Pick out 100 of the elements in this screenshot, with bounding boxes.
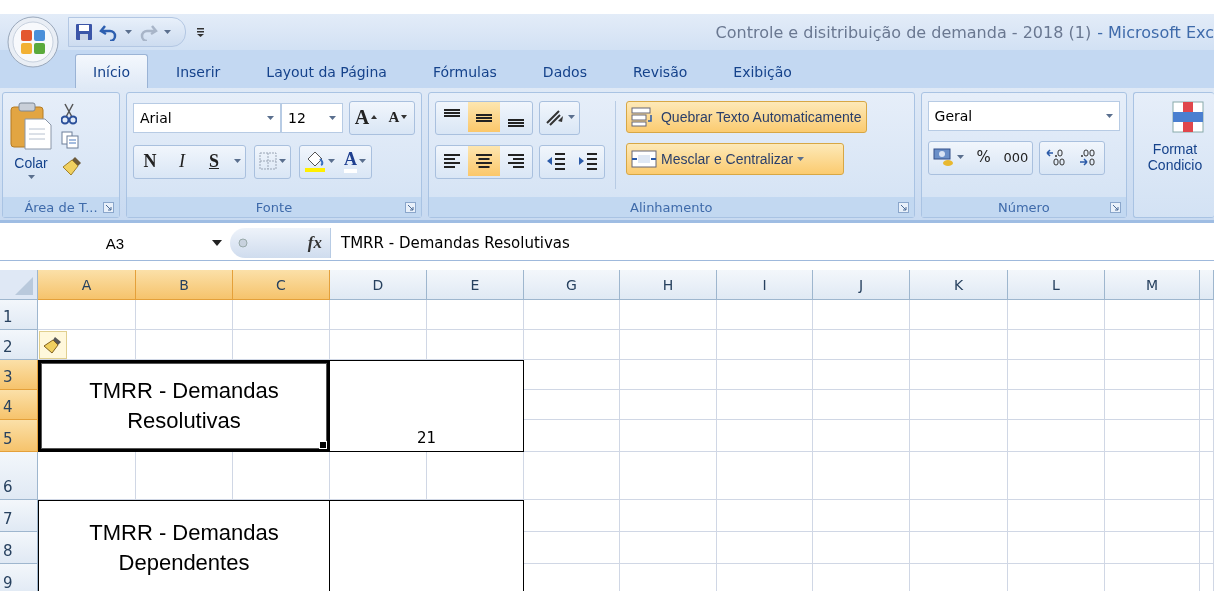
dialog-launcher-icon[interactable] <box>103 202 114 213</box>
grid-cell[interactable] <box>1008 330 1105 360</box>
column-header[interactable]: C <box>233 270 330 300</box>
row-header[interactable]: 5 <box>0 420 38 452</box>
grid-cell[interactable] <box>813 300 910 330</box>
grid-cell[interactable] <box>813 330 910 360</box>
grid-cell[interactable] <box>813 532 910 564</box>
wrap-text-button[interactable]: Quebrar Texto Automaticamente <box>626 101 867 133</box>
grid-cell[interactable] <box>717 452 813 500</box>
ribbon-tab[interactable]: Exibição <box>715 54 810 88</box>
grid-cell[interactable] <box>524 300 620 330</box>
align-center-icon[interactable] <box>468 146 500 176</box>
grid-cell[interactable] <box>717 500 813 532</box>
grid-cell[interactable] <box>910 300 1008 330</box>
grid-cell[interactable] <box>620 532 717 564</box>
merge-center-button[interactable]: Mesclar e Centralizar <box>626 143 844 175</box>
grid-cell[interactable] <box>717 300 813 330</box>
align-middle-icon[interactable] <box>468 102 500 132</box>
insert-function-button[interactable]: fx <box>307 233 322 253</box>
merged-cell[interactable]: TMRR - Demandas Dependentes <box>38 500 330 591</box>
grid-cell[interactable] <box>1008 360 1105 390</box>
undo-icon[interactable] <box>99 23 119 41</box>
grid-cell[interactable] <box>1105 330 1200 360</box>
merged-cell[interactable]: TMRR - Demandas Resolutivas <box>38 360 330 452</box>
grid-cell[interactable] <box>1008 500 1105 532</box>
row-header[interactable]: 1 <box>0 300 38 330</box>
row-header[interactable]: 6 <box>0 452 38 500</box>
ribbon-tab[interactable]: Revisão <box>614 54 706 88</box>
ribbon-tab[interactable]: Início <box>75 54 149 88</box>
shrink-font-button[interactable]: A <box>382 102 414 132</box>
grid-cell[interactable] <box>1200 532 1214 564</box>
select-all-corner[interactable] <box>0 270 38 300</box>
underline-button[interactable]: S <box>198 146 230 176</box>
paste-button[interactable]: Colar <box>9 101 53 197</box>
grid-cell[interactable] <box>1105 360 1200 390</box>
row-header[interactable]: 3 <box>0 360 38 390</box>
grid-cell[interactable] <box>813 420 910 452</box>
grow-font-button[interactable]: A <box>350 102 382 132</box>
grid-cell[interactable] <box>1200 420 1214 452</box>
grid-cell[interactable] <box>910 452 1008 500</box>
dialog-launcher-icon[interactable] <box>897 202 909 213</box>
row-header[interactable]: 8 <box>0 532 38 564</box>
grid-cell[interactable] <box>910 532 1008 564</box>
column-header[interactable]: L <box>1008 270 1105 300</box>
ribbon-tab[interactable]: Layout da Página <box>248 54 405 88</box>
grid-cell[interactable] <box>38 300 136 330</box>
grid-cell[interactable] <box>717 532 813 564</box>
column-header[interactable]: I <box>717 270 813 300</box>
column-header[interactable]: J <box>813 270 910 300</box>
grid-cell[interactable] <box>1105 390 1200 420</box>
grid-cell[interactable] <box>620 330 717 360</box>
ribbon-tab[interactable]: Inserir <box>158 54 239 88</box>
grid-cell[interactable] <box>717 330 813 360</box>
grid-cell[interactable] <box>620 390 717 420</box>
grid-cell[interactable] <box>1200 452 1214 500</box>
row-header[interactable]: 7 <box>0 500 38 532</box>
grid-cell[interactable] <box>1105 532 1200 564</box>
grid-cell[interactable] <box>1008 452 1105 500</box>
italic-button[interactable]: I <box>166 146 198 176</box>
grid-cell[interactable] <box>910 360 1008 390</box>
grid-cell[interactable] <box>910 420 1008 452</box>
dialog-launcher-icon[interactable] <box>1110 202 1121 213</box>
column-header[interactable]: D <box>330 270 427 300</box>
grid-cell[interactable] <box>620 452 717 500</box>
grid-cell[interactable] <box>427 300 524 330</box>
column-header[interactable]: G <box>524 270 620 300</box>
grid-cell[interactable] <box>717 390 813 420</box>
grid-cell[interactable] <box>1008 532 1105 564</box>
ribbon-tab[interactable]: Fórmulas <box>414 54 515 88</box>
grid-cell[interactable] <box>910 390 1008 420</box>
grid-cell[interactable] <box>330 300 427 330</box>
grid-cell[interactable] <box>1200 300 1214 330</box>
dialog-launcher-icon[interactable] <box>405 202 416 213</box>
grid-cell[interactable] <box>910 330 1008 360</box>
bold-button[interactable]: N <box>134 146 166 176</box>
grid-cell[interactable] <box>813 390 910 420</box>
grid-cell[interactable] <box>1200 360 1214 390</box>
grid-cell[interactable] <box>1008 390 1105 420</box>
grid-cell[interactable] <box>1008 300 1105 330</box>
grid-cell[interactable] <box>1105 420 1200 452</box>
ribbon-tab[interactable]: Dados <box>524 54 605 88</box>
grid-cell[interactable] <box>136 300 233 330</box>
font-name-field[interactable]: Arial <box>133 103 281 133</box>
number-format-field[interactable]: Geral <box>927 101 1120 131</box>
grid-cell[interactable] <box>1105 500 1200 532</box>
merged-cell[interactable] <box>330 500 524 591</box>
formula-field[interactable]: TMRR - Demandas Resolutivas <box>330 228 570 258</box>
row-header[interactable]: 9 <box>0 564 38 591</box>
grid-cell[interactable] <box>620 420 717 452</box>
scissors-icon[interactable] <box>61 103 77 125</box>
grid-cell[interactable] <box>620 500 717 532</box>
fill-handle[interactable] <box>319 441 327 449</box>
grid-cell[interactable] <box>717 420 813 452</box>
grid-cell[interactable] <box>813 500 910 532</box>
grid-cell[interactable] <box>524 330 620 360</box>
grid-cell[interactable] <box>524 452 620 500</box>
grid-cell[interactable] <box>1200 330 1214 360</box>
grid-cell[interactable] <box>813 452 910 500</box>
column-header[interactable] <box>1200 270 1214 300</box>
grid-cell[interactable] <box>1105 300 1200 330</box>
